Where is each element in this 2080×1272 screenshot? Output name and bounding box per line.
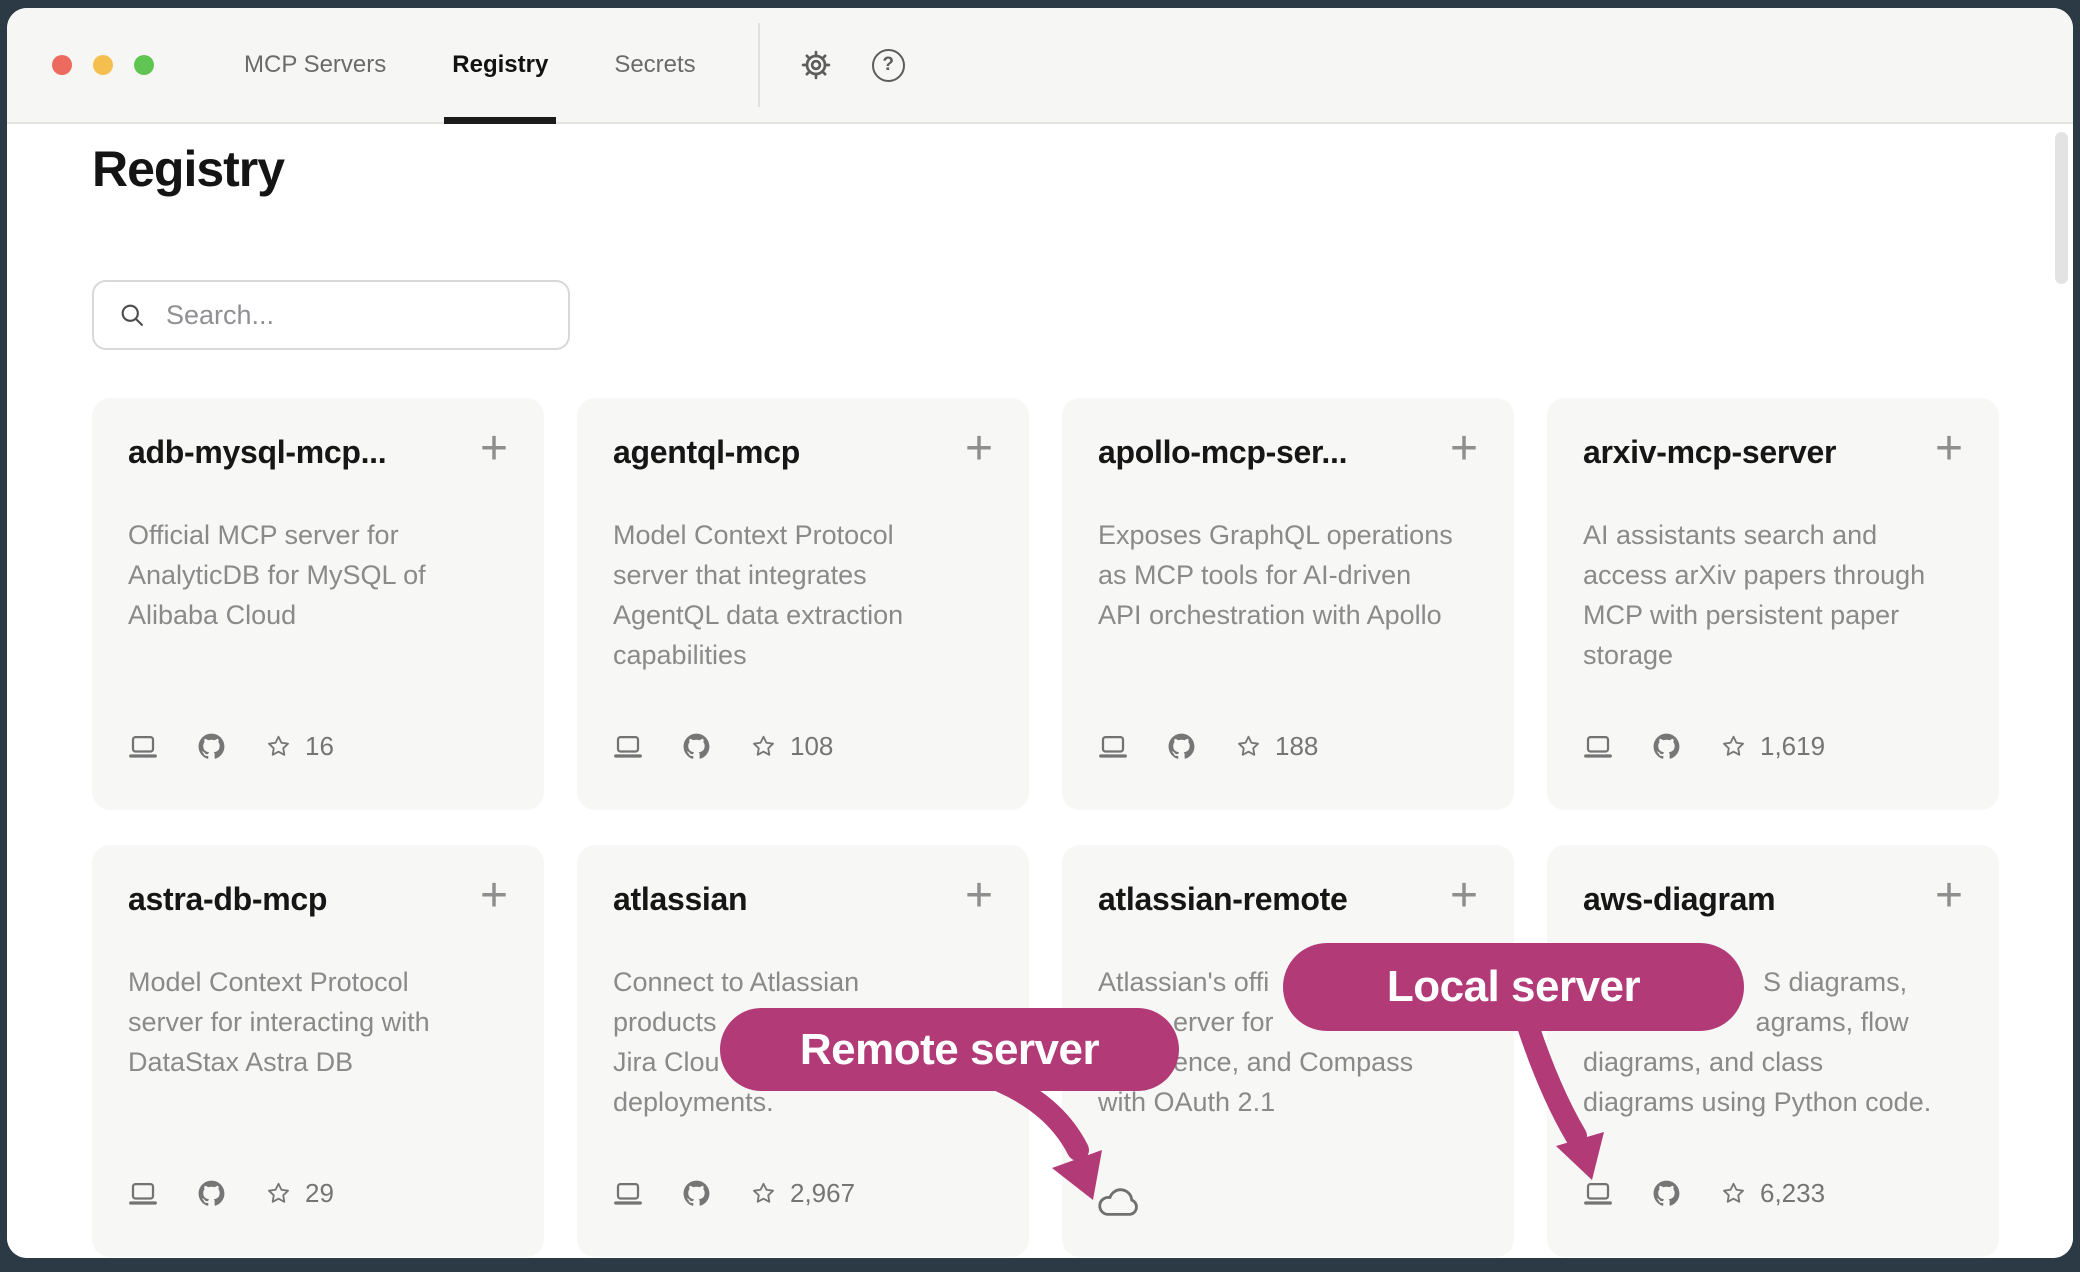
remote-server-annotation: Remote server bbox=[720, 1008, 1179, 1091]
server-description: AI assistants search and access arXiv pa… bbox=[1583, 515, 1963, 675]
laptop-icon bbox=[613, 1180, 643, 1207]
window-titlebar: MCP Servers Registry Secrets ? bbox=[7, 8, 2073, 124]
star-rating: 2,967 bbox=[750, 1178, 855, 1209]
server-card-adb-mysql-mcp: adb-mysql-mcp... + Official MCP server f… bbox=[92, 398, 544, 810]
tab-secrets[interactable]: Secrets bbox=[610, 8, 699, 122]
laptop-icon bbox=[1583, 1180, 1613, 1207]
server-card-aws-diagram: aws-diagram + S diagrams, agrams, flow d… bbox=[1547, 845, 1999, 1257]
server-name: adb-mysql-mcp... bbox=[128, 434, 386, 471]
settings-gear-icon[interactable] bbox=[798, 47, 834, 83]
server-name: atlassian bbox=[613, 881, 747, 918]
card-footer: 1,619 bbox=[1583, 731, 1825, 762]
star-rating: 16 bbox=[265, 731, 334, 762]
server-name: apollo-mcp-ser... bbox=[1098, 434, 1347, 471]
star-rating: 29 bbox=[265, 1178, 334, 1209]
add-server-button[interactable]: + bbox=[1450, 881, 1478, 911]
star-icon bbox=[265, 1180, 292, 1207]
server-card-agentql-mcp: agentql-mcp + Model Context Protocol ser… bbox=[577, 398, 1029, 810]
local-server-annotation: Local server bbox=[1283, 943, 1744, 1031]
star-icon bbox=[1720, 1180, 1747, 1207]
github-icon[interactable] bbox=[1653, 733, 1680, 760]
desktop-background: MCP Servers Registry Secrets ? Registry bbox=[0, 0, 2080, 1272]
star-count: 2,967 bbox=[790, 1178, 855, 1209]
laptop-icon bbox=[613, 733, 643, 760]
github-icon[interactable] bbox=[683, 1180, 710, 1207]
add-server-button[interactable]: + bbox=[480, 881, 508, 911]
server-name: atlassian-remote bbox=[1098, 881, 1348, 918]
star-count: 108 bbox=[790, 731, 833, 762]
server-grid: adb-mysql-mcp... + Official MCP server f… bbox=[92, 398, 1999, 1257]
add-server-button[interactable]: + bbox=[1935, 434, 1963, 464]
tab-registry[interactable]: Registry bbox=[448, 8, 552, 122]
page-title: Registry bbox=[92, 140, 284, 198]
laptop-icon bbox=[1098, 733, 1128, 760]
star-count: 1,619 bbox=[1760, 731, 1825, 762]
server-description: Model Context Protocol server for intera… bbox=[128, 962, 508, 1082]
github-icon[interactable] bbox=[198, 1180, 225, 1207]
card-footer: 16 bbox=[128, 731, 334, 762]
star-icon bbox=[1235, 733, 1262, 760]
card-footer: 188 bbox=[1098, 731, 1318, 762]
server-card-astra-db-mcp: astra-db-mcp + Model Context Protocol se… bbox=[92, 845, 544, 1257]
star-count: 6,233 bbox=[1760, 1178, 1825, 1209]
star-rating: 108 bbox=[750, 731, 833, 762]
cloud-icon bbox=[1096, 1185, 1142, 1219]
star-count: 16 bbox=[305, 731, 334, 762]
card-footer: 29 bbox=[128, 1178, 334, 1209]
star-count: 188 bbox=[1275, 731, 1318, 762]
help-glyph: ? bbox=[872, 49, 905, 82]
card-footer: 108 bbox=[613, 731, 833, 762]
github-icon[interactable] bbox=[683, 733, 710, 760]
card-footer: 6,233 bbox=[1583, 1178, 1825, 1209]
star-icon bbox=[265, 733, 292, 760]
search-box[interactable] bbox=[92, 280, 570, 350]
server-name: aws-diagram bbox=[1583, 881, 1775, 918]
star-rating: 6,233 bbox=[1720, 1178, 1825, 1209]
traffic-lights bbox=[52, 55, 154, 75]
tab-bar: MCP Servers Registry Secrets bbox=[240, 8, 700, 122]
server-description: Official MCP server for AnalyticDB for M… bbox=[128, 515, 508, 635]
add-server-button[interactable]: + bbox=[1935, 881, 1963, 911]
star-icon bbox=[1720, 733, 1747, 760]
search-icon bbox=[118, 301, 146, 329]
tab-mcp-servers[interactable]: MCP Servers bbox=[240, 8, 390, 122]
star-icon bbox=[750, 733, 777, 760]
card-footer: 2,967 bbox=[613, 1178, 855, 1209]
help-icon[interactable]: ? bbox=[872, 49, 905, 82]
server-description: Model Context Protocol server that integ… bbox=[613, 515, 993, 675]
add-server-button[interactable]: + bbox=[965, 434, 993, 464]
star-icon bbox=[750, 1180, 777, 1207]
laptop-icon bbox=[128, 733, 158, 760]
add-server-button[interactable]: + bbox=[1450, 434, 1478, 464]
github-icon[interactable] bbox=[198, 733, 225, 760]
github-icon[interactable] bbox=[1168, 733, 1195, 760]
card-footer bbox=[1096, 1185, 1142, 1219]
server-name: agentql-mcp bbox=[613, 434, 800, 471]
titlebar-divider bbox=[758, 23, 760, 107]
star-count: 29 bbox=[305, 1178, 334, 1209]
star-rating: 188 bbox=[1235, 731, 1318, 762]
laptop-icon bbox=[128, 1180, 158, 1207]
zoom-button[interactable] bbox=[134, 55, 154, 75]
laptop-icon bbox=[1583, 733, 1613, 760]
server-card-apollo-mcp-server: apollo-mcp-ser... + Exposes GraphQL oper… bbox=[1062, 398, 1514, 810]
github-icon[interactable] bbox=[1653, 1180, 1680, 1207]
server-name: arxiv-mcp-server bbox=[1583, 434, 1836, 471]
search-input[interactable] bbox=[164, 299, 528, 332]
server-card-arxiv-mcp-server: arxiv-mcp-server + AI assistants search … bbox=[1547, 398, 1999, 810]
minimize-button[interactable] bbox=[93, 55, 113, 75]
close-button[interactable] bbox=[52, 55, 72, 75]
server-name: astra-db-mcp bbox=[128, 881, 327, 918]
add-server-button[interactable]: + bbox=[480, 434, 508, 464]
scrollbar-thumb[interactable] bbox=[2055, 132, 2068, 284]
star-rating: 1,619 bbox=[1720, 731, 1825, 762]
server-description: Exposes GraphQL operations as MCP tools … bbox=[1098, 515, 1478, 635]
add-server-button[interactable]: + bbox=[965, 881, 993, 911]
